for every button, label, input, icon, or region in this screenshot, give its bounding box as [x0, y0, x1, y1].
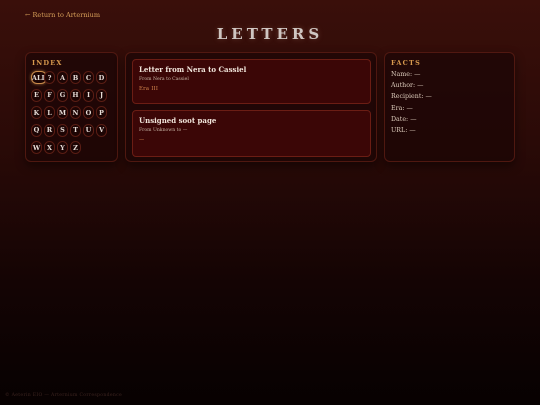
- letter-card-title: Unsigned soot page: [139, 116, 217, 125]
- fact-value: —: [409, 126, 416, 134]
- letter-card-era: Era III: [139, 86, 159, 92]
- letter-card-meta: From Unknown to —: [139, 128, 188, 133]
- fact-value: —: [417, 82, 424, 90]
- letter-filter-q[interactable]: Q: [31, 123, 42, 137]
- letter-filter-w[interactable]: W: [31, 141, 42, 155]
- letter-filter-t[interactable]: T: [70, 123, 81, 137]
- fact-row-era: Era: —: [391, 105, 432, 116]
- fact-value: —: [410, 115, 417, 123]
- fact-row-name: Name: —: [391, 71, 432, 82]
- letter-filter-u[interactable]: U: [83, 123, 94, 137]
- letter-filter-n[interactable]: N: [70, 106, 81, 120]
- letter-filter-s[interactable]: S: [57, 123, 68, 137]
- letter-filter-x[interactable]: X: [44, 141, 55, 155]
- letter-filter-a[interactable]: A: [57, 71, 68, 84]
- letter-filter-o[interactable]: O: [83, 106, 94, 120]
- fact-row-url: URL: —: [391, 127, 432, 138]
- letter-card-era: —: [139, 137, 145, 143]
- fact-row-date: Date: —: [391, 116, 432, 127]
- letter-filter-k[interactable]: K: [31, 106, 42, 120]
- footer-copyright: © Aeterin EIO — Arternium Correspondence: [5, 393, 122, 398]
- letter-filter-b[interactable]: B: [70, 71, 81, 84]
- letter-filter-f[interactable]: F: [44, 88, 55, 102]
- letter-filter-z[interactable]: Z: [70, 141, 81, 155]
- fact-value: —: [414, 71, 421, 78]
- fact-label: Era:: [391, 104, 405, 112]
- letters-list-panel: Letter from Nera to Cassiel From Nera to…: [125, 52, 377, 162]
- letter-filter-m[interactable]: M: [57, 106, 68, 120]
- letter-card-meta: From Nera to Cassiel: [139, 77, 189, 82]
- letter-filter-r[interactable]: R: [44, 123, 55, 137]
- letter-filter-g[interactable]: G: [57, 88, 68, 102]
- fact-value: —: [425, 93, 432, 101]
- letter-filter-e[interactable]: E: [31, 88, 42, 102]
- letter-card[interactable]: Letter from Nera to Cassiel From Nera to…: [132, 59, 371, 104]
- letter-filter-y[interactable]: Y: [57, 141, 68, 155]
- letter-filter-v[interactable]: V: [96, 123, 107, 137]
- letter-card-title: Letter from Nera to Cassiel: [139, 65, 247, 74]
- facts-heading: FACTS: [391, 59, 421, 67]
- letter-filter-grid: ALL ? A B C D E F G H I J K L M N O P Q …: [31, 71, 109, 155]
- page-title: LETTERS: [216, 25, 324, 43]
- fact-label: Name:: [391, 71, 413, 78]
- fact-row-recipient: Recipient: —: [391, 93, 432, 104]
- facts-list: Name: — Author: — Recipient: — Era: — Da…: [391, 71, 432, 138]
- fact-row-author: Author: —: [391, 82, 432, 93]
- letter-filter-unknown[interactable]: ?: [44, 71, 55, 84]
- fact-label: Date:: [391, 115, 409, 123]
- letter-filter-h[interactable]: H: [70, 88, 81, 102]
- letter-filter-i[interactable]: I: [83, 88, 94, 102]
- fact-value: —: [406, 104, 413, 112]
- letter-filter-j[interactable]: J: [96, 88, 107, 102]
- index-heading: INDEX: [32, 59, 63, 67]
- fact-label: Author:: [391, 82, 416, 90]
- fact-label: URL:: [391, 126, 408, 134]
- facts-panel: FACTS Name: — Author: — Recipient: — Era…: [384, 52, 515, 162]
- letter-card[interactable]: Unsigned soot page From Unknown to — —: [132, 110, 371, 157]
- letter-filter-d[interactable]: D: [96, 71, 107, 84]
- back-link[interactable]: ← Return to Arternium: [25, 11, 100, 19]
- letter-filter-p[interactable]: P: [96, 106, 107, 120]
- index-panel: INDEX ALL ? A B C D E F G H I J K L M N …: [25, 52, 118, 162]
- letter-filter-l[interactable]: L: [44, 106, 55, 120]
- fact-label: Recipient:: [391, 93, 424, 101]
- letter-filter-c[interactable]: C: [83, 71, 94, 84]
